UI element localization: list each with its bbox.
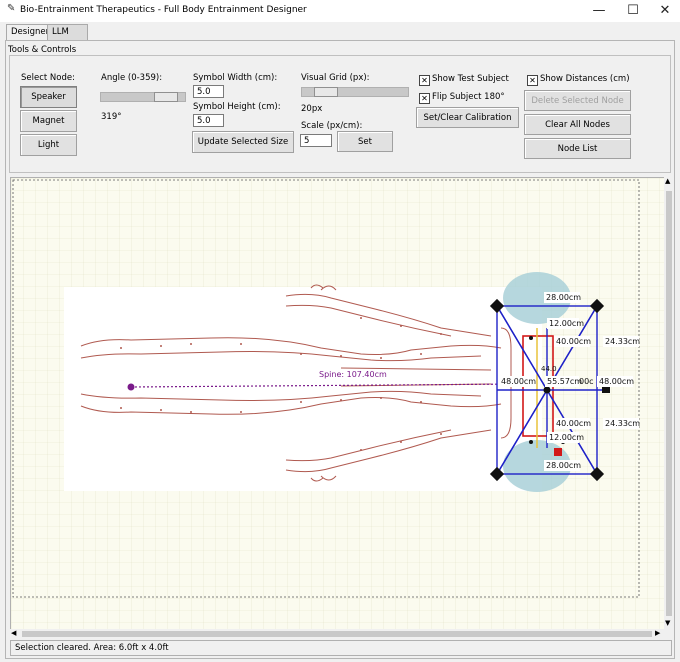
visual-grid-slider[interactable] bbox=[301, 87, 409, 97]
canvas-vertical-scrollbar[interactable]: ▲ ▼ bbox=[664, 177, 674, 631]
symbol-width-field[interactable]: 5.0 bbox=[193, 85, 224, 98]
show-test-subject-checkbox[interactable]: ✕ bbox=[419, 75, 430, 86]
set-scale-button[interactable]: Set bbox=[337, 131, 393, 152]
distance-inner-top: 12.00cm bbox=[549, 319, 584, 328]
title-bar: ✎ Bio-Entrainment Therapeutics - Full Bo… bbox=[0, 0, 680, 22]
spine-start-node[interactable] bbox=[127, 383, 135, 391]
canvas-horizontal-scrollbar[interactable]: ◀ ▶ bbox=[10, 629, 664, 639]
tools-frame-label: Tools & Controls bbox=[8, 45, 77, 55]
distance-mid-fragment: 00c bbox=[579, 377, 594, 386]
distance-right-mid: 48.00cm bbox=[599, 377, 634, 386]
distance-center-small: 44.0 bbox=[541, 365, 557, 373]
distance-top: 28.00cm bbox=[546, 293, 581, 302]
horizontal-scroll-thumb[interactable] bbox=[22, 631, 652, 637]
light-button[interactable]: Light bbox=[20, 134, 77, 156]
speaker-button[interactable]: Speaker bbox=[20, 86, 77, 108]
clear-all-nodes-button[interactable]: Clear All Nodes bbox=[524, 114, 631, 135]
scale-field[interactable]: 5 bbox=[300, 134, 332, 147]
magnet-button[interactable]: Magnet bbox=[20, 110, 77, 132]
visual-grid-slider-thumb[interactable] bbox=[314, 87, 338, 97]
select-node-label: Select Node: bbox=[21, 73, 75, 83]
scroll-up-icon[interactable]: ▲ bbox=[665, 177, 670, 185]
show-distances-checkbox[interactable]: ✕ bbox=[527, 75, 538, 86]
flip-subject-checkbox[interactable]: ✕ bbox=[419, 93, 430, 104]
tab-llm-control-panel[interactable]: LLM Control Panel bbox=[47, 24, 88, 67]
angle-slider[interactable] bbox=[100, 92, 186, 102]
distance-left-mid: 48.00cm bbox=[501, 377, 536, 386]
status-bar: Selection cleared. Area: 6.0ft x 4.0ft bbox=[10, 640, 672, 656]
close-button[interactable]: ✕ bbox=[648, 0, 680, 20]
angle-label: Angle (0-359): bbox=[101, 73, 163, 83]
maximize-button[interactable]: ☐ bbox=[616, 0, 650, 20]
distance-diag-top: 40.00cm bbox=[556, 337, 591, 346]
minimize-button[interactable]: — bbox=[582, 0, 616, 20]
symbol-height-label: Symbol Height (cm): bbox=[193, 102, 281, 112]
show-test-subject-label: Show Test Subject bbox=[432, 74, 509, 84]
designer-tab-body: Tools & Controls Select Node: Speaker Ma… bbox=[5, 40, 675, 659]
design-canvas[interactable]: Spine: 107.40cm 28.00cm 28.00cm 12.00cm … bbox=[10, 177, 666, 631]
red-square-marker bbox=[554, 448, 562, 456]
distance-right-top: 24.33cm bbox=[605, 337, 640, 346]
tools-controls-frame: Select Node: Speaker Magnet Light Angle … bbox=[9, 55, 671, 173]
scroll-left-icon[interactable]: ◀ bbox=[11, 629, 16, 637]
update-selected-size-button[interactable]: Update Selected Size bbox=[192, 131, 294, 153]
distance-inner-bottom: 12.00cm bbox=[549, 433, 584, 442]
distance-diag-bottom: 40.00cm bbox=[556, 419, 591, 428]
symbol-height-field[interactable]: 5.0 bbox=[193, 114, 224, 127]
vertical-scroll-thumb[interactable] bbox=[666, 191, 672, 616]
canvas-drawing: Spine: 107.40cm 28.00cm 28.00cm 12.00cm … bbox=[11, 178, 665, 630]
node-list-button[interactable]: Node List bbox=[524, 138, 631, 159]
app-feather-icon: ✎ bbox=[7, 3, 16, 14]
symbol-width-label: Symbol Width (cm): bbox=[193, 73, 278, 83]
visual-grid-value: 20px bbox=[301, 104, 323, 114]
scale-label: Scale (px/cm): bbox=[301, 121, 363, 131]
delete-selected-node-button[interactable]: Delete Selected Node bbox=[524, 90, 631, 111]
visual-grid-label: Visual Grid (px): bbox=[301, 73, 370, 83]
distance-bottom: 28.00cm bbox=[546, 461, 581, 470]
flip-subject-label: Flip Subject 180° bbox=[432, 92, 505, 102]
status-text: Selection cleared. Area: 6.0ft x 4.0ft bbox=[15, 643, 169, 653]
angle-value: 319° bbox=[101, 112, 122, 122]
distance-right-bottom: 24.33cm bbox=[605, 419, 640, 428]
spine-distance-label: Spine: 107.40cm bbox=[319, 370, 387, 379]
set-clear-calibration-button[interactable]: Set/Clear Calibration bbox=[416, 107, 519, 128]
scroll-right-icon[interactable]: ▶ bbox=[655, 629, 660, 637]
angle-slider-thumb[interactable] bbox=[154, 92, 178, 102]
distance-center: 55.57cm bbox=[547, 377, 582, 386]
show-distances-label: Show Distances (cm) bbox=[540, 74, 630, 84]
scroll-down-icon[interactable]: ▼ bbox=[665, 619, 670, 627]
window-title: Bio-Entrainment Therapeutics - Full Body… bbox=[20, 5, 307, 15]
